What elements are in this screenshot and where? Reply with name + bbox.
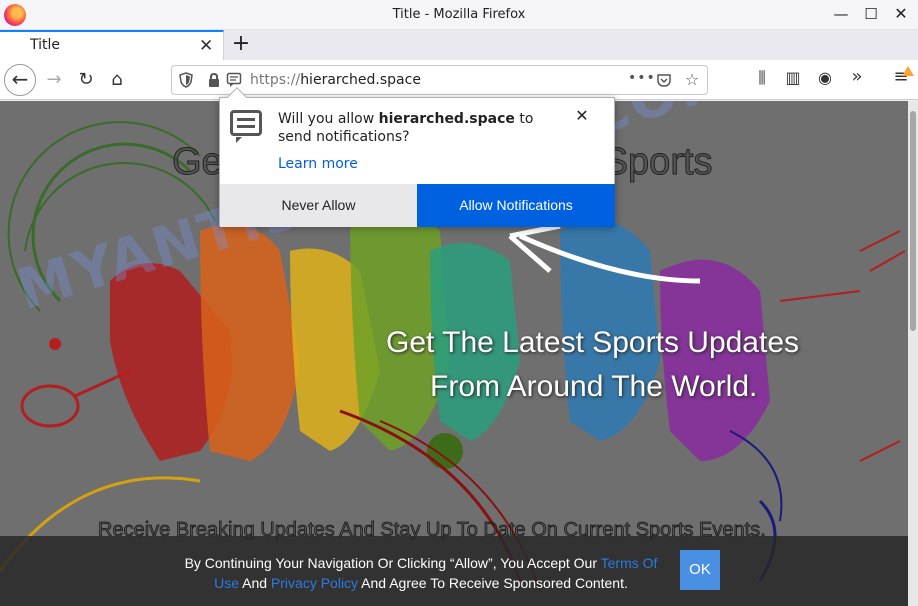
account-icon[interactable]: ◉ [813,68,837,87]
notification-message: Will you allow hierarched.space to send … [278,110,568,146]
page-heading-left: Ge [172,141,224,184]
page-heading-right: Sports [602,141,713,184]
notification-icon [230,110,262,143]
consent-text: By Continuing Your Navigation Or Clickin… [176,553,666,593]
consent-text-1: By Continuing Your Navigation Or Clickin… [184,555,601,571]
navigation-toolbar: ← → ↻ ⌂ https://hierarched.space ••• ☆ ⫼… [0,60,918,100]
maximize-button[interactable]: ☐ [858,3,884,27]
page-scrollbar[interactable] [908,101,918,606]
reload-button[interactable]: ↻ [72,66,100,94]
home-button[interactable]: ⌂ [103,66,131,94]
url-host: hierarched.space [300,72,421,88]
url-text[interactable]: https://hierarched.space [250,72,421,88]
tab-label: Title [30,37,61,53]
pocket-icon[interactable] [656,72,672,88]
learn-more-link[interactable]: Learn more [278,156,358,172]
notification-site: hierarched.space [378,111,515,127]
popup-close-icon[interactable]: ✕ [572,106,592,126]
sidebar-icon[interactable]: ▥ [781,68,805,87]
lock-icon[interactable] [206,72,222,88]
tab-title[interactable]: Title ✕ [0,30,224,60]
notification-icon-line [237,125,255,128]
never-allow-button[interactable]: Never Allow [220,184,417,227]
window-title: Title - Mozilla Firefox [392,7,526,22]
update-warning-icon [902,66,914,76]
forward-button[interactable]: → [40,66,68,94]
url-bar[interactable]: https://hierarched.space ••• ☆ [171,65,708,95]
privacy-policy-link[interactable]: Privacy Policy [271,575,358,591]
notification-permission-icon[interactable] [226,72,242,88]
consent-text-3: And Agree To Receive Sponsored Content. [358,575,628,591]
tracking-shield-icon[interactable] [178,72,194,88]
tab-strip: Title ✕ + [0,30,918,60]
promo-line-2: From Around The World. [430,370,758,403]
page-actions-icon[interactable]: ••• [628,70,655,86]
notification-permission-popup: Will you allow hierarched.space to send … [219,87,615,227]
minimize-button[interactable]: — [828,3,854,27]
scrollbar-thumb[interactable] [910,111,916,331]
consent-text-2: And [239,575,271,591]
url-scheme: https:// [250,72,301,88]
tab-close-icon[interactable]: ✕ [199,36,213,56]
back-button[interactable]: ← [4,64,36,96]
overflow-menu-icon[interactable]: » [845,66,869,87]
bookmark-star-icon[interactable]: ☆ [684,70,700,89]
allow-notifications-button[interactable]: Allow Notifications [417,184,615,227]
consent-banner: By Continuing Your Navigation Or Clickin… [0,536,908,606]
close-window-button[interactable]: ✕ [888,3,914,27]
promo-line-1: Get The Latest Sports Updates [386,326,800,359]
notification-icon-line [237,118,255,121]
library-icon[interactable]: ⫼ [750,68,774,88]
notification-message-prefix: Will you allow [278,111,379,127]
window-titlebar: Title - Mozilla Firefox — ☐ ✕ [0,0,918,30]
ok-button[interactable]: OK [680,550,720,590]
new-tab-button[interactable]: + [230,31,252,56]
